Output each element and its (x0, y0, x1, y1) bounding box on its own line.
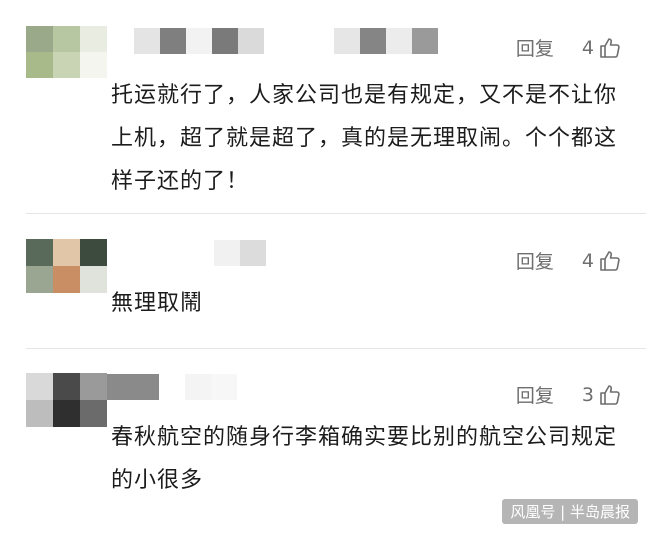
comment-actions: 回复 4 (516, 247, 622, 274)
comment-text: 無理取鬧 (111, 291, 204, 316)
avatar[interactable] (26, 26, 107, 78)
thumbs-up-icon[interactable] (598, 36, 622, 60)
username-blurred[interactable] (134, 28, 438, 54)
like-count: 4 (581, 36, 594, 59)
username-blurred[interactable] (107, 374, 237, 400)
reply-button[interactable]: 回复 (516, 247, 554, 274)
comment-text: 春秋航空的随身行李箱确实要比别的航空公司规定的小很多 (111, 425, 618, 493)
avatar[interactable] (26, 373, 107, 427)
reply-button[interactable]: 回复 (516, 381, 554, 408)
thumbs-up-icon[interactable] (598, 249, 622, 273)
divider (26, 213, 646, 214)
comment-actions: 回复 3 (516, 381, 622, 408)
comment-text: 托运就行了，人家公司也是有规定，又不是不让你上机，超了就是超了，真的是无理取闹。… (111, 83, 618, 194)
like-count: 3 (581, 383, 594, 406)
reply-button[interactable]: 回复 (516, 34, 554, 61)
divider (26, 348, 646, 349)
username-blurred[interactable] (134, 240, 266, 266)
like-count: 4 (581, 249, 594, 272)
thumbs-up-icon[interactable] (598, 383, 622, 407)
watermark: 风凰号 | 半岛晨报 (502, 499, 638, 524)
comment-actions: 回复 4 (516, 34, 622, 61)
avatar[interactable] (26, 239, 107, 293)
